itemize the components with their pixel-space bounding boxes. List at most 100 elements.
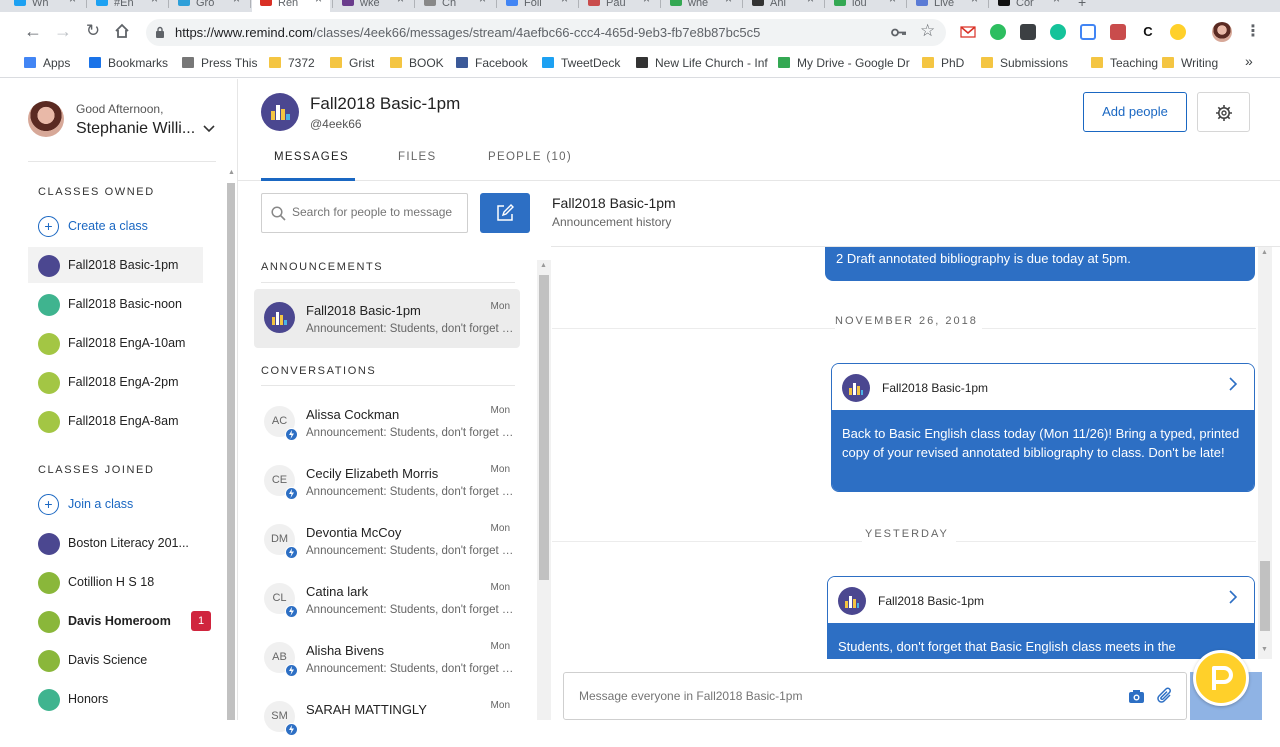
tab-close-icon[interactable]: × xyxy=(561,0,568,5)
message-card-header[interactable]: Fall2018 Basic-1pm xyxy=(832,364,1254,410)
pdf-icon[interactable] xyxy=(1110,24,1126,40)
sidebar-class-item[interactable]: Fall2018 EngA-8am xyxy=(28,403,203,439)
bookmark-item[interactable]: TweetDeck xyxy=(542,56,620,70)
join-class-link[interactable]: + Join a class xyxy=(28,486,203,522)
message-composer[interactable] xyxy=(563,672,1187,720)
add-people-button[interactable]: Add people xyxy=(1083,92,1187,132)
browser-tab[interactable]: Foll × xyxy=(498,0,576,12)
conversation-item[interactable]: AB Alisha Bivens Announcement: Students, d… xyxy=(254,629,520,688)
conversation-item[interactable]: AC Alissa Cockman Announcement: Students, … xyxy=(254,393,520,452)
key-icon[interactable] xyxy=(891,26,907,39)
tab-close-icon[interactable]: × xyxy=(315,0,322,5)
browser-tab[interactable]: whe × xyxy=(662,0,740,12)
browser-tab[interactable]: Live × xyxy=(908,0,986,12)
bookmark-item[interactable]: BOOK xyxy=(390,56,444,70)
browser-tab[interactable]: Cor × xyxy=(990,0,1068,12)
sidebar-class-item[interactable]: Davis Homeroom 1 xyxy=(28,603,211,639)
message-card-header[interactable]: Fall2018 Basic-1pm xyxy=(828,577,1254,623)
browser-tab[interactable]: Wh × xyxy=(6,0,84,12)
bookmark-item[interactable]: New Life Church - Inf xyxy=(636,56,768,70)
tab-close-icon[interactable]: × xyxy=(643,0,650,5)
chevron-right-icon[interactable] xyxy=(1229,377,1238,391)
extension-icon[interactable] xyxy=(1020,24,1036,40)
conversation-item[interactable]: CL Catina lark Announcement: Students, don… xyxy=(254,570,520,629)
message-card[interactable]: Fall2018 Basic-1pm Back to Basic English… xyxy=(831,363,1255,492)
gmail-icon[interactable] xyxy=(960,24,976,40)
browser-tab[interactable]: Ani × xyxy=(744,0,822,12)
conversation-item[interactable]: CE Cecily Elizabeth Morris Announcement: S… xyxy=(254,452,520,511)
bookmark-item[interactable]: My Drive - Google Dr xyxy=(778,56,910,70)
chevron-down-icon[interactable] xyxy=(203,125,215,133)
sidebar-class-item[interactable]: Fall2018 EngA-2pm xyxy=(28,364,203,400)
grammarly-icon[interactable] xyxy=(1050,24,1066,40)
remind-extension-icon[interactable] xyxy=(1170,24,1186,40)
create-class-link[interactable]: + Create a class xyxy=(28,208,203,244)
docs-extension-icon[interactable] xyxy=(1080,24,1096,40)
browser-tab[interactable]: lou × xyxy=(826,0,904,12)
bookmark-item[interactable]: 7372 xyxy=(269,56,315,70)
tab-close-icon[interactable]: × xyxy=(233,0,240,5)
tab-people[interactable]: PEOPLE (10) xyxy=(488,151,572,163)
home-icon[interactable] xyxy=(111,20,133,42)
sidebar-class-item[interactable]: Honors xyxy=(28,681,203,717)
evernote-icon[interactable] xyxy=(990,24,1006,40)
conversation-scroll-thumb[interactable] xyxy=(539,275,549,580)
bookmark-item[interactable]: PhD xyxy=(922,56,964,70)
bookmark-item[interactable]: Writing xyxy=(1162,56,1218,70)
bookmark-item[interactable]: Bookmarks xyxy=(89,56,168,70)
sidebar-class-item[interactable]: Fall2018 Basic-1pm xyxy=(28,247,203,283)
announcement-item[interactable]: Fall2018 Basic-1pm Announcement: Student… xyxy=(254,289,520,348)
tab-close-icon[interactable]: × xyxy=(397,0,404,5)
browser-tab[interactable]: Gro × xyxy=(170,0,248,12)
address-bar[interactable]: https://www.remind.com/classes/4eek66/me… xyxy=(146,19,946,46)
new-tab-icon[interactable]: + xyxy=(1078,0,1098,12)
paperclip-icon[interactable] xyxy=(1156,687,1174,705)
bookmark-item[interactable]: Grist xyxy=(330,56,374,70)
tab-close-icon[interactable]: × xyxy=(889,0,896,5)
sidebar-class-item[interactable]: Davis Science xyxy=(28,642,203,678)
message-card[interactable]: Fall2018 Basic-1pm Students, don't forge… xyxy=(827,576,1255,659)
scroll-up-icon[interactable]: ▲ xyxy=(540,262,547,269)
sidebar-class-item[interactable]: Fall2018 Basic-noon xyxy=(28,286,203,322)
tab-close-icon[interactable]: × xyxy=(151,0,158,5)
settings-button[interactable] xyxy=(1197,92,1250,132)
conversation-item[interactable]: SM SARAH MATTINGLY Mon xyxy=(254,688,520,747)
scroll-up-icon[interactable]: ▲ xyxy=(228,169,235,176)
search-input[interactable] xyxy=(292,205,462,219)
kebab-menu-icon[interactable]: ⋮ xyxy=(1245,21,1261,41)
browser-tab[interactable]: #En × xyxy=(88,0,166,12)
bookmarks-overflow-icon[interactable]: » xyxy=(1245,53,1253,69)
chromecast-badge-icon[interactable]: C xyxy=(1140,24,1156,40)
sidebar-scroll-thumb[interactable] xyxy=(227,183,235,720)
bookmark-star-icon[interactable]: ☆ xyxy=(920,21,935,41)
composer-input[interactable] xyxy=(579,689,1099,703)
tab-close-icon[interactable]: × xyxy=(1053,0,1060,5)
bookmark-item[interactable]: Teaching xyxy=(1091,56,1158,70)
compose-button[interactable] xyxy=(480,193,530,233)
tab-close-icon[interactable]: × xyxy=(69,0,76,5)
browser-tab[interactable]: Pau × xyxy=(580,0,658,12)
sidebar-class-item[interactable]: Cotillion H S 18 xyxy=(28,564,203,600)
browser-tab[interactable]: wke × xyxy=(334,0,412,12)
profile-avatar[interactable] xyxy=(1212,22,1232,42)
camera-icon[interactable] xyxy=(1128,689,1145,704)
bookmark-item[interactable]: Submissions xyxy=(981,56,1068,70)
conversation-item[interactable]: DM Devontia McCoy Announcement: Students, … xyxy=(254,511,520,570)
scroll-down-icon[interactable]: ▼ xyxy=(1261,646,1268,653)
sidebar-class-item[interactable]: Boston Literacy 201... xyxy=(28,525,203,561)
bookmark-item[interactable]: Press This xyxy=(182,56,257,70)
browser-tab[interactable]: Ren × xyxy=(252,0,330,12)
tab-messages[interactable]: MESSAGES xyxy=(274,151,349,163)
previous-message-fragment[interactable]: 2 Draft annotated bibliography is due to… xyxy=(825,247,1255,281)
chevron-right-icon[interactable] xyxy=(1229,590,1238,604)
forward-icon[interactable]: → xyxy=(52,20,74,42)
bookmark-item[interactable]: Apps xyxy=(24,56,70,70)
bookmark-item[interactable]: Facebook xyxy=(456,56,528,70)
scroll-up-icon[interactable]: ▲ xyxy=(1261,249,1268,256)
user-name[interactable]: Stephanie Willi... xyxy=(76,120,195,138)
remind-help-button[interactable] xyxy=(1193,650,1249,706)
tab-close-icon[interactable]: × xyxy=(479,0,486,5)
tab-files[interactable]: FILES xyxy=(398,151,436,163)
tab-close-icon[interactable]: × xyxy=(971,0,978,5)
people-search[interactable] xyxy=(261,193,468,233)
